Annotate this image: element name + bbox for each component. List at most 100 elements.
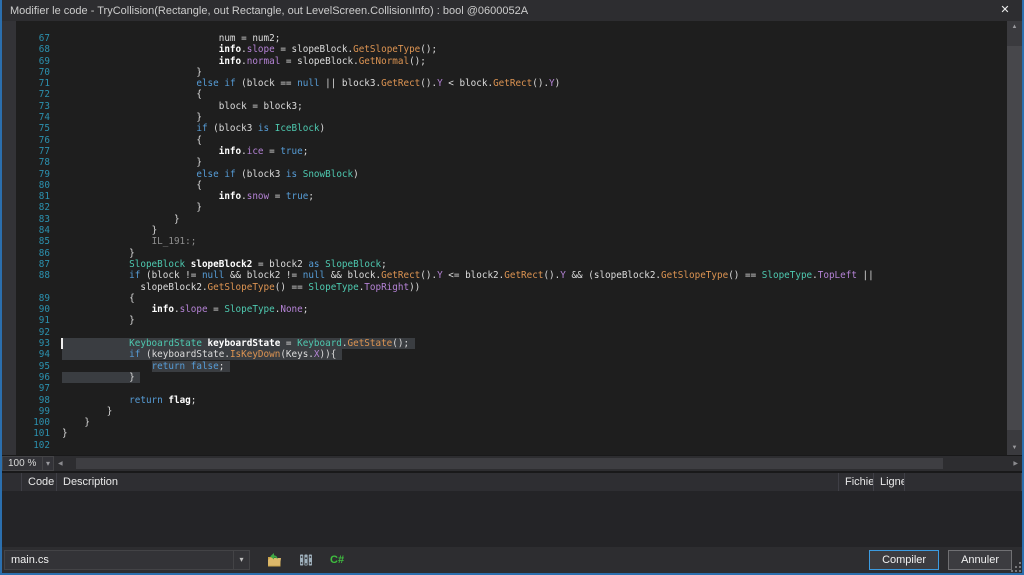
code-line-text[interactable]: else if (block3 is SnowBlock) bbox=[62, 169, 358, 180]
code-line-text[interactable]: } bbox=[62, 225, 158, 236]
column-code[interactable]: Code bbox=[22, 473, 57, 491]
code-line-text[interactable]: } bbox=[62, 157, 202, 168]
column-icon[interactable] bbox=[2, 473, 22, 491]
code-line[interactable]: 94 if (keyboardState.IsKeyDown(Keys.X)){ bbox=[2, 349, 1007, 361]
csharp-code-icon[interactable]: C# bbox=[330, 552, 344, 568]
code-line[interactable]: 80 { bbox=[2, 180, 1007, 191]
code-line[interactable]: 76 { bbox=[2, 135, 1007, 146]
line-number[interactable]: 76 bbox=[2, 135, 50, 146]
code-line[interactable]: 69 info.normal = slopeBlock.GetNormal(); bbox=[2, 56, 1007, 67]
file-select[interactable]: main.cs ▾ bbox=[4, 550, 250, 570]
code-line-text[interactable]: SlopeBlock slopeBlock2 = block2 as Slope… bbox=[62, 259, 387, 270]
code-line-text[interactable]: { bbox=[62, 135, 202, 146]
cancel-button[interactable]: Annuler bbox=[948, 550, 1012, 570]
code-line-text[interactable]: if (block3 is IceBlock) bbox=[62, 123, 325, 134]
line-number[interactable]: 81 bbox=[2, 191, 50, 202]
line-number[interactable]: 94 bbox=[2, 349, 50, 360]
code-line[interactable]: 91 } bbox=[2, 315, 1007, 326]
line-number[interactable] bbox=[2, 282, 50, 293]
code-line[interactable]: 102 bbox=[2, 440, 1007, 451]
line-number[interactable]: 71 bbox=[2, 78, 50, 89]
line-number[interactable]: 67 bbox=[2, 33, 50, 44]
code-line[interactable]: 82 } bbox=[2, 202, 1007, 213]
assembly-references-icon[interactable] bbox=[298, 552, 314, 568]
code-line-text[interactable]: info.ice = true; bbox=[62, 146, 309, 157]
column-description[interactable]: Description bbox=[57, 473, 839, 491]
line-number[interactable]: 68 bbox=[2, 44, 50, 55]
line-number[interactable]: 98 bbox=[2, 395, 50, 406]
code-line[interactable]: 84 } bbox=[2, 225, 1007, 236]
code-line[interactable]: 93 KeyboardState keyboardState = Keyboar… bbox=[2, 338, 1007, 350]
code-line-text[interactable]: info.slope = SlopeType.None; bbox=[62, 304, 309, 315]
code-line[interactable]: 88 if (block != null && block2 != null &… bbox=[2, 270, 1007, 281]
horizontal-scroll-track[interactable] bbox=[66, 457, 1010, 470]
vertical-scroll-track[interactable] bbox=[1007, 34, 1022, 442]
code-line[interactable]: 85 IL_191:; bbox=[2, 236, 1007, 247]
code-line-text[interactable]: else if (block == null || block3.GetRect… bbox=[62, 78, 560, 89]
code-line-text[interactable]: KeyboardState keyboardState = Keyboard.G… bbox=[61, 338, 415, 350]
line-number[interactable]: 80 bbox=[2, 180, 50, 191]
code-line[interactable]: 77 info.ice = true; bbox=[2, 146, 1007, 157]
line-number[interactable]: 83 bbox=[2, 214, 50, 225]
horizontal-scroll-thumb[interactable] bbox=[76, 458, 944, 469]
code-line[interactable]: 86 } bbox=[2, 248, 1007, 259]
line-number[interactable]: 72 bbox=[2, 89, 50, 100]
close-icon[interactable]: ✕ bbox=[988, 0, 1022, 21]
line-number[interactable]: 84 bbox=[2, 225, 50, 236]
code-line[interactable]: 101} bbox=[2, 428, 1007, 439]
chevron-down-icon[interactable]: ▾ bbox=[41, 457, 53, 470]
code-line-text[interactable]: { bbox=[62, 89, 202, 100]
line-number[interactable]: 96 bbox=[2, 372, 50, 383]
code-line[interactable]: 74 } bbox=[2, 112, 1007, 123]
resize-grip[interactable] bbox=[1010, 561, 1022, 573]
vertical-scroll-thumb[interactable] bbox=[1007, 46, 1022, 430]
code-line[interactable]: 79 else if (block3 is SnowBlock) bbox=[2, 169, 1007, 180]
code-line[interactable]: 97 bbox=[2, 383, 1007, 394]
code-line-text[interactable]: slopeBlock2.GetSlopeType() == SlopeType.… bbox=[62, 282, 420, 293]
code-line-text[interactable]: } bbox=[62, 202, 202, 213]
code-line[interactable]: 95 return false; bbox=[2, 360, 1007, 372]
line-number[interactable]: 79 bbox=[2, 169, 50, 180]
code-line-text[interactable]: IL_191:; bbox=[62, 236, 197, 247]
line-number[interactable]: 85 bbox=[2, 236, 50, 247]
line-number[interactable]: 82 bbox=[2, 202, 50, 213]
code-editor[interactable]: 67 num = num2; 68 info.slope = slopeBlock… bbox=[2, 21, 1022, 455]
line-number[interactable]: 86 bbox=[2, 248, 50, 259]
line-number[interactable]: 70 bbox=[2, 67, 50, 78]
code-line-text[interactable]: } bbox=[62, 406, 113, 417]
code-line-text[interactable]: block = block3; bbox=[62, 101, 303, 112]
scroll-left-icon[interactable]: ◀ bbox=[54, 460, 67, 467]
vertical-scrollbar[interactable]: ▲ ▼ bbox=[1007, 21, 1022, 455]
code-line-text[interactable]: { bbox=[62, 293, 135, 304]
code-line-text[interactable]: return flag; bbox=[62, 395, 196, 406]
code-line-text[interactable]: } bbox=[62, 315, 135, 326]
line-number[interactable]: 100 bbox=[2, 417, 50, 428]
code-line-text[interactable]: } bbox=[62, 67, 202, 78]
line-number[interactable]: 75 bbox=[2, 123, 50, 134]
code-line[interactable]: 75 if (block3 is IceBlock) bbox=[2, 123, 1007, 134]
code-line-text[interactable]: } bbox=[62, 214, 180, 225]
line-number[interactable]: 102 bbox=[2, 440, 50, 451]
line-number[interactable]: 74 bbox=[2, 112, 50, 123]
code-line[interactable]: 81 info.snow = true; bbox=[2, 191, 1007, 202]
code-line-text[interactable]: } bbox=[62, 371, 141, 383]
compile-button[interactable]: Compiler bbox=[869, 550, 940, 570]
line-number[interactable]: 95 bbox=[2, 361, 50, 372]
code-line[interactable]: 96 } bbox=[2, 371, 1007, 383]
code-line-text[interactable]: } bbox=[62, 112, 202, 123]
line-number[interactable]: 90 bbox=[2, 304, 50, 315]
code-line[interactable]: 71 else if (block == null || block3.GetR… bbox=[2, 78, 1007, 89]
code-line[interactable]: slopeBlock2.GetSlopeType() == SlopeType.… bbox=[2, 282, 1007, 293]
code-line-text[interactable]: info.normal = slopeBlock.GetNormal(); bbox=[62, 56, 426, 67]
code-line[interactable]: 68 info.slope = slopeBlock.GetSlopeType(… bbox=[2, 44, 1007, 55]
code-line-text[interactable]: if (keyboardState.IsKeyDown(Keys.X)){ bbox=[62, 349, 342, 361]
code-line[interactable]: 92 bbox=[2, 327, 1007, 338]
code-line[interactable]: 73 block = block3; bbox=[2, 101, 1007, 112]
code-line[interactable]: 70 } bbox=[2, 67, 1007, 78]
line-number[interactable]: 99 bbox=[2, 406, 50, 417]
scroll-down-icon[interactable]: ▼ bbox=[1007, 442, 1022, 455]
code-line[interactable]: 99 } bbox=[2, 406, 1007, 417]
code-line[interactable]: 90 info.slope = SlopeType.None; bbox=[2, 304, 1007, 315]
code-line[interactable]: 100 } bbox=[2, 417, 1007, 428]
code-line[interactable]: 72 { bbox=[2, 89, 1007, 100]
